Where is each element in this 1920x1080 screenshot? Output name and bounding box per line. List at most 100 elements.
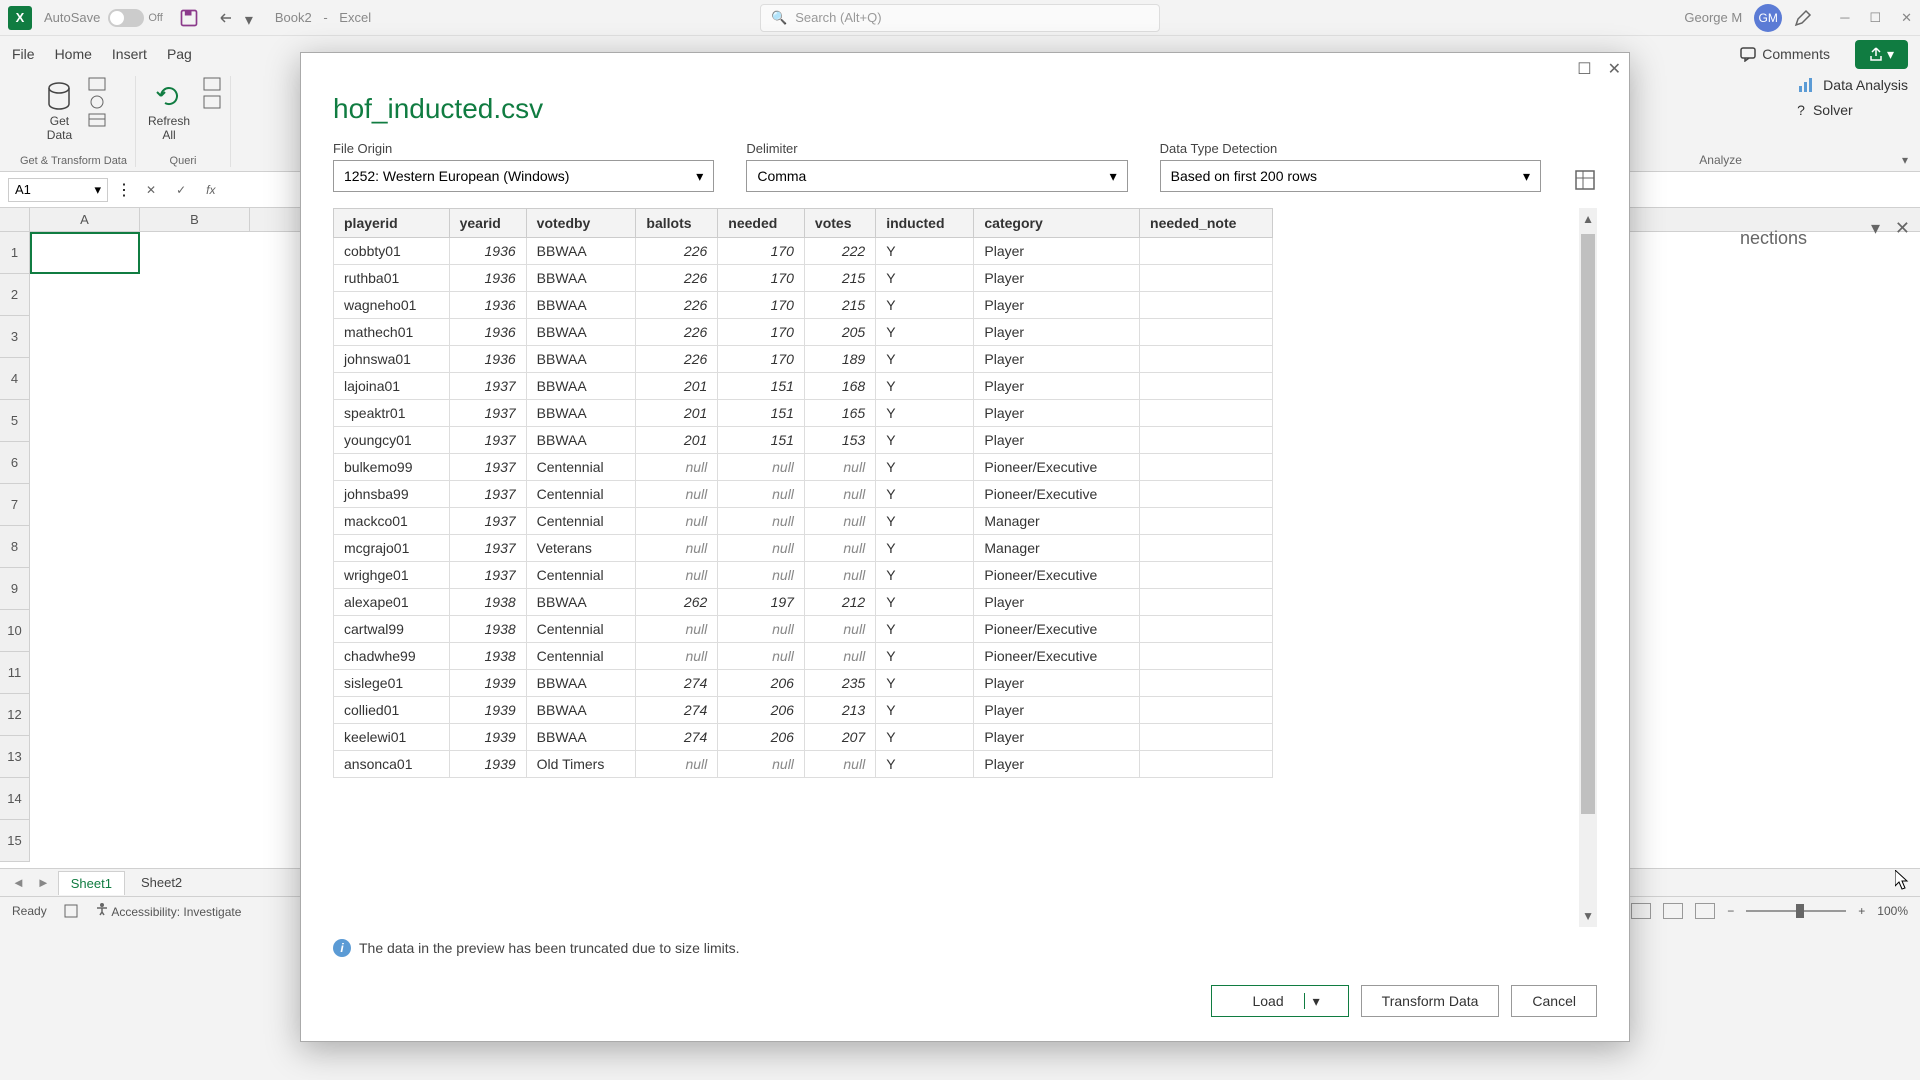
load-button[interactable]: Load ▾ xyxy=(1211,985,1348,1017)
sheet-nav-prev-icon[interactable]: ◄ xyxy=(8,875,29,890)
data-analysis-button[interactable]: Data Analysis xyxy=(1797,76,1908,94)
undo-icon[interactable] xyxy=(217,10,233,26)
table-row[interactable]: speaktr011937BBWAA201151165YPlayer xyxy=(334,400,1273,427)
tab-page[interactable]: Pag xyxy=(167,46,192,62)
schema-settings-icon[interactable] xyxy=(1573,168,1597,192)
name-box-dropdown-icon[interactable]: ▾ xyxy=(94,182,101,198)
page-layout-view-icon[interactable] xyxy=(1663,903,1683,919)
minimize-icon[interactable]: ─ xyxy=(1840,10,1849,26)
row-header[interactable]: 11 xyxy=(0,652,30,694)
table-row[interactable]: johnswa011936BBWAA226170189YPlayer xyxy=(334,346,1273,373)
row-header[interactable]: 4 xyxy=(0,358,30,400)
get-data-button[interactable]: Get Data xyxy=(39,76,79,146)
macro-rec-icon[interactable] xyxy=(63,903,79,919)
row-header[interactable]: 8 xyxy=(0,526,30,568)
table-row[interactable]: lajoina011937BBWAA201151168YPlayer xyxy=(334,373,1273,400)
cancel-button[interactable]: Cancel xyxy=(1511,985,1597,1017)
pen-icon[interactable] xyxy=(1794,9,1812,27)
qat-dropdown-icon[interactable]: ▾ xyxy=(245,10,261,26)
table-row[interactable]: ansonca011939Old TimersnullnullnullYPlay… xyxy=(334,751,1273,778)
transform-data-button[interactable]: Transform Data xyxy=(1361,985,1500,1017)
autosave-toggle[interactable] xyxy=(108,9,144,27)
share-button[interactable]: ▾ xyxy=(1855,40,1908,69)
table-row[interactable]: keelewi011939BBWAA274206207YPlayer xyxy=(334,724,1273,751)
column-header[interactable]: needed_note xyxy=(1140,209,1273,238)
row-header[interactable]: 15 xyxy=(0,820,30,862)
table-row[interactable]: youngcy011937BBWAA201151153YPlayer xyxy=(334,427,1273,454)
column-header[interactable]: votes xyxy=(804,209,875,238)
row-header[interactable]: 12 xyxy=(0,694,30,736)
scroll-down-icon[interactable]: ▼ xyxy=(1578,905,1597,927)
row-header[interactable]: 10 xyxy=(0,610,30,652)
table-row[interactable]: cobbty011936BBWAA226170222YPlayer xyxy=(334,238,1273,265)
column-header-b[interactable]: B xyxy=(140,208,250,231)
tab-insert[interactable]: Insert xyxy=(112,46,147,62)
load-button-dropdown[interactable]: ▾ xyxy=(1305,993,1328,1010)
selected-cell-a1[interactable] xyxy=(30,232,140,274)
table-row[interactable]: cartwal991938CentennialnullnullnullYPion… xyxy=(334,616,1273,643)
row-header[interactable]: 1 xyxy=(0,232,30,274)
tab-home[interactable]: Home xyxy=(55,46,92,62)
dialog-close-icon[interactable]: ✕ xyxy=(1608,59,1621,79)
close-icon[interactable]: ✕ xyxy=(1901,10,1912,26)
scroll-thumb[interactable] xyxy=(1581,234,1595,814)
page-break-view-icon[interactable] xyxy=(1695,903,1715,919)
zoom-level[interactable]: 100% xyxy=(1877,904,1908,918)
table-row[interactable]: alexape011938BBWAA262197212YPlayer xyxy=(334,589,1273,616)
column-header[interactable]: playerid xyxy=(334,209,450,238)
table-row[interactable]: wagneho011936BBWAA226170215YPlayer xyxy=(334,292,1273,319)
row-header[interactable]: 5 xyxy=(0,400,30,442)
normal-view-icon[interactable] xyxy=(1631,903,1651,919)
table-row[interactable]: chadwhe991938CentennialnullnullnullYPion… xyxy=(334,643,1273,670)
column-header[interactable]: needed xyxy=(718,209,805,238)
row-header[interactable]: 6 xyxy=(0,442,30,484)
from-text-icon[interactable] xyxy=(87,76,107,92)
scroll-up-icon[interactable]: ▲ xyxy=(1578,208,1597,230)
zoom-in-icon[interactable]: + xyxy=(1858,904,1865,918)
sheet-tab-sheet2[interactable]: Sheet2 xyxy=(129,871,194,894)
column-header[interactable]: inducted xyxy=(876,209,974,238)
sheet-tab-sheet1[interactable]: Sheet1 xyxy=(58,871,125,895)
table-row[interactable]: wrighge011937CentennialnullnullnullYPion… xyxy=(334,562,1273,589)
table-row[interactable]: collied011939BBWAA274206213YPlayer xyxy=(334,697,1273,724)
enter-formula-icon[interactable]: ✓ xyxy=(170,183,192,197)
from-table-icon[interactable] xyxy=(87,112,107,128)
table-row[interactable]: johnsba991937CentennialnullnullnullYPion… xyxy=(334,481,1273,508)
search-input[interactable]: 🔍 Search (Alt+Q) xyxy=(760,4,1160,32)
row-header[interactable]: 3 xyxy=(0,316,30,358)
user-avatar[interactable]: GM xyxy=(1754,4,1782,32)
column-header-a[interactable]: A xyxy=(30,208,140,231)
row-header[interactable]: 7 xyxy=(0,484,30,526)
name-box[interactable]: A1 ▾ xyxy=(8,178,108,202)
refresh-all-button[interactable]: Refresh All xyxy=(144,76,194,146)
fx-icon[interactable]: fx xyxy=(200,183,221,197)
row-header[interactable]: 2 xyxy=(0,274,30,316)
column-header[interactable]: ballots xyxy=(636,209,718,238)
tab-file[interactable]: File xyxy=(12,46,35,62)
table-row[interactable]: sislege011939BBWAA274206235YPlayer xyxy=(334,670,1273,697)
column-header[interactable]: votedby xyxy=(526,209,636,238)
pane-close-icon[interactable]: ✕ xyxy=(1895,218,1910,239)
column-header[interactable]: yearid xyxy=(449,209,526,238)
save-icon[interactable] xyxy=(179,8,199,28)
select-all-corner[interactable] xyxy=(0,208,30,231)
dialog-maximize-icon[interactable]: ☐ xyxy=(1577,59,1591,79)
accessibility-status[interactable]: Accessibility: Investigate xyxy=(95,902,242,919)
properties-icon[interactable] xyxy=(202,94,222,110)
row-header[interactable]: 14 xyxy=(0,778,30,820)
column-header[interactable]: category xyxy=(974,209,1140,238)
file-origin-select[interactable]: 1252: Western European (Windows) ▾ xyxy=(333,160,714,192)
zoom-slider[interactable] xyxy=(1746,910,1846,912)
queries-icon[interactable] xyxy=(202,76,222,92)
pane-dropdown-icon[interactable]: ▾ xyxy=(1871,218,1880,239)
sheet-nav-next-icon[interactable]: ► xyxy=(33,875,54,890)
cancel-formula-icon[interactable]: ✕ xyxy=(140,183,162,197)
load-button-main[interactable]: Load xyxy=(1232,993,1304,1009)
preview-scrollbar[interactable]: ▲ ▼ xyxy=(1579,208,1597,927)
table-row[interactable]: ruthba011936BBWAA226170215YPlayer xyxy=(334,265,1273,292)
solver-button[interactable]: ? Solver xyxy=(1797,102,1908,118)
table-row[interactable]: mackco011937CentennialnullnullnullYManag… xyxy=(334,508,1273,535)
zoom-out-icon[interactable]: − xyxy=(1727,904,1734,918)
detection-select[interactable]: Based on first 200 rows ▾ xyxy=(1160,160,1541,192)
table-row[interactable]: mathech011936BBWAA226170205YPlayer xyxy=(334,319,1273,346)
